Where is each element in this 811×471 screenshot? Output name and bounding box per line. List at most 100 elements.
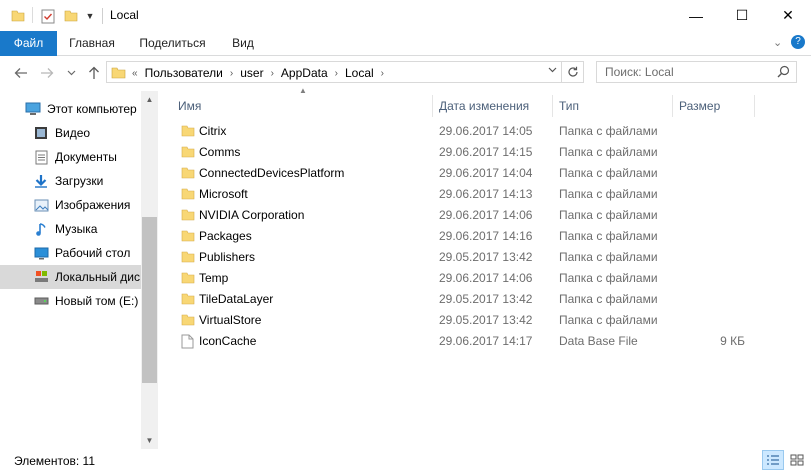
folder-icon (181, 208, 195, 222)
chevron-down-icon[interactable]: ⌄ (773, 36, 782, 49)
breadcrumb-appdata[interactable]: AppData (281, 66, 328, 80)
nav-item-label: Рабочий стол (55, 246, 131, 260)
nav-item-pictures[interactable]: Изображения (0, 193, 141, 217)
column-divider[interactable] (552, 95, 553, 117)
recent-locations-icon[interactable] (64, 64, 78, 82)
file-date: 29.06.2017 14:13 (439, 187, 533, 201)
tab-share[interactable]: Поделиться (127, 31, 218, 56)
nav-item-local-disk[interactable]: Локальный дис (0, 265, 141, 289)
file-date: 29.06.2017 14:15 (439, 145, 533, 159)
address-bar[interactable]: « Пользователи › user › AppData › Local … (106, 61, 562, 83)
table-row[interactable]: Microsoft 29.06.2017 14:13 Папка с файла… (158, 184, 811, 205)
file-size (679, 268, 745, 289)
nav-item-this-pc[interactable]: Этот компьютер (0, 97, 141, 121)
table-row[interactable]: NVIDIA Corporation 29.06.2017 14:06 Папк… (158, 205, 811, 226)
column-divider[interactable] (672, 95, 673, 117)
folder-icon (181, 229, 195, 243)
breadcrumb-user[interactable]: user (240, 66, 263, 80)
table-row[interactable]: Packages 29.06.2017 14:16 Папка с файлам… (158, 226, 811, 247)
help-icon[interactable]: ? (791, 35, 805, 49)
maximize-button[interactable]: ☐ (719, 0, 765, 31)
table-row[interactable]: Temp 29.06.2017 14:06 Папка с файлами (158, 268, 811, 289)
column-divider[interactable] (432, 95, 433, 117)
large-icons-view-button[interactable] (786, 450, 808, 470)
file-name: ConnectedDevicesPlatform (199, 166, 345, 180)
nav-item-documents[interactable]: Документы (0, 145, 141, 169)
table-row[interactable]: Citrix 29.06.2017 14:05 Папка с файлами (158, 121, 811, 142)
search-input[interactable]: Поиск: Local (596, 61, 797, 83)
file-type: Папка с файлами (559, 271, 658, 285)
file-date: 29.05.2017 13:42 (439, 313, 533, 327)
breadcrumb-users[interactable]: Пользователи (145, 66, 223, 80)
nav-item-downloads[interactable]: Загрузки (0, 169, 141, 193)
table-row[interactable]: TileDataLayer 29.05.2017 13:42 Папка с ф… (158, 289, 811, 310)
nav-item-new-volume[interactable]: Новый том (E:) (0, 289, 141, 313)
scrollbar-thumb[interactable] (142, 217, 157, 383)
column-header-type[interactable]: Тип (559, 94, 579, 118)
up-arrow-icon[interactable] (86, 64, 102, 82)
folder-icon (181, 292, 195, 306)
column-divider[interactable] (754, 95, 755, 117)
nav-item-label: Изображения (55, 198, 131, 212)
file-type: Папка с файлами (559, 208, 658, 222)
customize-quick-access-icon[interactable]: ▼ (84, 7, 96, 25)
table-row[interactable]: IconCache 29.06.2017 14:17 Data Base Fil… (158, 331, 811, 352)
navigation-pane-scrollbar[interactable]: ▲ ▼ (141, 91, 158, 449)
breadcrumb-separator[interactable]: › (271, 68, 274, 79)
nav-item-music[interactable]: Музыка (0, 217, 141, 241)
new-folder-icon[interactable] (63, 7, 79, 25)
tab-view[interactable]: Вид (218, 31, 268, 56)
refresh-button[interactable] (562, 61, 584, 83)
table-row[interactable]: Comms 29.06.2017 14:15 Папка с файлами (158, 142, 811, 163)
file-size (679, 226, 745, 247)
scroll-up-icon[interactable]: ▲ (141, 91, 158, 108)
file-size (679, 121, 745, 142)
tab-file[interactable]: Файл (0, 31, 57, 56)
back-arrow-icon[interactable] (12, 64, 30, 82)
details-view-button[interactable] (762, 450, 784, 470)
file-name: NVIDIA Corporation (199, 208, 305, 222)
file-size: 9 КБ (720, 334, 745, 348)
folder-icon (111, 66, 126, 80)
folder-icon (181, 166, 195, 180)
column-header-name[interactable]: Имя (178, 94, 201, 118)
file-date: 29.06.2017 14:05 (439, 124, 533, 138)
quick-access-divider (32, 7, 33, 23)
table-row[interactable]: ConnectedDevicesPlatform 29.06.2017 14:0… (158, 163, 811, 184)
scroll-down-icon[interactable]: ▼ (141, 432, 158, 449)
minimize-button[interactable]: — (673, 0, 719, 31)
table-row[interactable]: VirtualStore 29.05.2017 13:42 Папка с фа… (158, 310, 811, 331)
file-type: Data Base File (559, 334, 638, 348)
column-header-date[interactable]: Дата изменения (439, 94, 529, 118)
computer-icon (25, 101, 41, 117)
column-header-size[interactable]: Размер (679, 94, 720, 118)
file-size (679, 205, 745, 226)
properties-icon[interactable] (40, 7, 56, 25)
nav-item-desktop[interactable]: Рабочий стол (0, 241, 141, 265)
file-size (679, 142, 745, 163)
breadcrumb-separator[interactable]: › (230, 68, 233, 79)
file-name: VirtualStore (199, 313, 262, 327)
title-divider (102, 8, 103, 24)
table-row[interactable]: Publishers 29.05.2017 13:42 Папка с файл… (158, 247, 811, 268)
breadcrumb-separator[interactable]: › (381, 68, 384, 79)
breadcrumb-overflow[interactable]: « (132, 68, 138, 79)
forward-arrow-icon[interactable] (38, 64, 56, 82)
address-history-icon[interactable] (548, 65, 557, 76)
close-button[interactable]: ✕ (765, 0, 811, 31)
folder-icon (181, 271, 195, 285)
search-icon[interactable] (777, 65, 790, 81)
item-count: Элементов: 11 (14, 454, 95, 468)
file-type: Папка с файлами (559, 187, 658, 201)
ribbon-tabs: Файл Главная Поделиться Вид ⌄ ? (0, 31, 811, 56)
tab-home[interactable]: Главная (57, 31, 127, 56)
nav-item-video[interactable]: Видео (0, 121, 141, 145)
nav-item-label: Новый том (E:) (55, 294, 139, 308)
file-type: Папка с файлами (559, 250, 658, 264)
breadcrumb-local[interactable]: Local (345, 66, 374, 80)
file-type: Папка с файлами (559, 124, 658, 138)
downloads-icon (33, 173, 49, 189)
file-date: 29.06.2017 14:16 (439, 229, 533, 243)
breadcrumb-separator[interactable]: › (335, 68, 338, 79)
details-view-icon (767, 455, 779, 465)
